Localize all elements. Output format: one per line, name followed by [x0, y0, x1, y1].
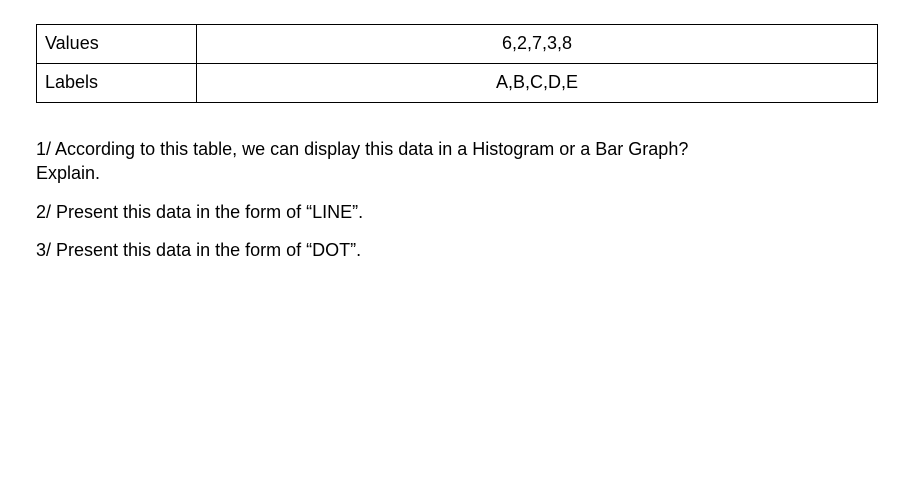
- questions-block: 1/ According to this table, we can displ…: [36, 137, 878, 262]
- row-value: A,B,C,D,E: [197, 64, 878, 103]
- row-label: Labels: [37, 64, 197, 103]
- question-2: 2/ Present this data in the form of “LIN…: [36, 200, 878, 224]
- question-1-line-2: Explain.: [36, 163, 100, 183]
- document-page: Values 6,2,7,3,8 Labels A,B,C,D,E 1/ Acc…: [0, 0, 914, 262]
- question-1: 1/ According to this table, we can displ…: [36, 137, 878, 186]
- row-label: Values: [37, 25, 197, 64]
- question-1-line-1: 1/ According to this table, we can displ…: [36, 139, 688, 159]
- table-row: Values 6,2,7,3,8: [37, 25, 878, 64]
- data-table: Values 6,2,7,3,8 Labels A,B,C,D,E: [36, 24, 878, 103]
- row-value: 6,2,7,3,8: [197, 25, 878, 64]
- table-row: Labels A,B,C,D,E: [37, 64, 878, 103]
- question-3: 3/ Present this data in the form of “DOT…: [36, 238, 878, 262]
